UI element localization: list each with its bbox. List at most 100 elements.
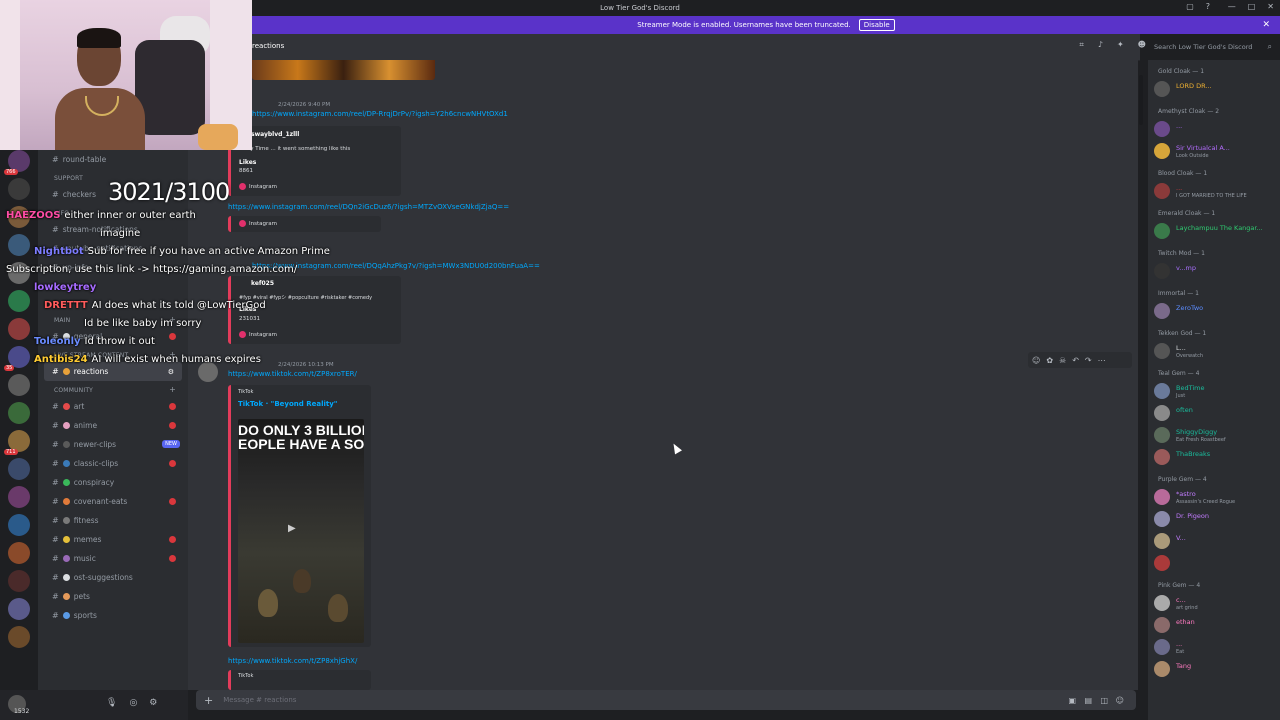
member-item[interactable]: L... Overwatch	[1148, 340, 1280, 362]
disable-streamer-button[interactable]: Disable	[858, 19, 895, 31]
embed-title[interactable]: TikTok · "Beyond Reality"	[238, 400, 337, 408]
server-icon[interactable]	[8, 234, 30, 256]
channel-covenant-eats[interactable]: # covenant-eats	[38, 492, 188, 511]
server-icon[interactable]	[8, 374, 30, 396]
server-icon[interactable]	[8, 486, 30, 508]
member-status: I GOT MARRIED TO THE LIFE	[1176, 193, 1247, 199]
channel-memes[interactable]: # memes	[38, 530, 188, 549]
add-attachment-icon[interactable]: +	[204, 694, 213, 707]
scrollbar[interactable]	[1139, 75, 1143, 125]
member-group-header: Teal Gem — 4	[1158, 369, 1200, 377]
member-item[interactable]: ShiggyDiggy Eat Fresh Roastbeef	[1148, 424, 1280, 446]
avatar	[1154, 143, 1170, 159]
sticker-icon[interactable]: ◫	[1100, 696, 1108, 705]
forward-icon[interactable]: ↷	[1085, 356, 1092, 365]
headphones-icon[interactable]: ◎	[129, 698, 137, 708]
member-list-icon[interactable]: ☻	[1138, 40, 1146, 50]
server-icon[interactable]	[8, 542, 30, 564]
skull-icon[interactable]: ☠	[1059, 356, 1066, 365]
video-thumbnail[interactable]: DO ONLY 3 BILLION EOPLE HAVE A SOUL ▶	[238, 419, 364, 643]
member-item[interactable]: c... art grind	[1148, 592, 1280, 614]
channel-conspiracy[interactable]: # conspiracy	[38, 473, 188, 492]
member-item[interactable]: Dr. Pigeon	[1148, 508, 1280, 530]
member-name: ethan	[1176, 618, 1195, 626]
reply-icon[interactable]: ↶	[1072, 356, 1079, 365]
settings-icon[interactable]: ⚙	[149, 698, 157, 708]
message-link[interactable]: https://www.tiktok.com/t/ZP8xroTER/	[228, 370, 357, 378]
emoji-icon[interactable]: ✿	[1046, 356, 1053, 365]
help-icon[interactable]: ?	[1206, 2, 1210, 11]
embed-author[interactable]: swayblvd_1zlll	[251, 131, 299, 138]
chat-text: AI will exist when humans expires	[91, 354, 261, 365]
member-item[interactable]: Tang	[1148, 658, 1280, 680]
member-item[interactable]: *astro Assassin's Creed Rogue	[1148, 486, 1280, 508]
pin-icon[interactable]: ✦	[1117, 40, 1124, 50]
settings-icon[interactable]: ⚙	[168, 368, 174, 376]
maximize-icon[interactable]: □	[1248, 2, 1256, 11]
channel-pets[interactable]: # pets	[38, 587, 188, 606]
minimize-icon[interactable]: —	[1228, 2, 1236, 11]
member-item[interactable]: ThaBreaks	[1148, 446, 1280, 468]
member-item[interactable]: LORD DR...	[1148, 78, 1280, 100]
member-item[interactable]: Sir Virtualcal A... Look Outside	[1148, 140, 1280, 162]
gift-icon[interactable]: ▣	[1068, 696, 1076, 705]
window-controls: — □ ✕	[1228, 2, 1274, 11]
server-icon[interactable]	[8, 458, 30, 480]
channel-classic-clips[interactable]: # classic-clips	[38, 454, 188, 473]
member-item[interactable]: often	[1148, 402, 1280, 424]
server-icon[interactable]	[8, 570, 30, 592]
notification-bell-icon[interactable]: ♪	[1098, 40, 1103, 50]
channel-newer-clips[interactable]: # newer-clips NEW	[38, 435, 188, 454]
member-status: Eat Fresh Roastbeef	[1176, 437, 1226, 443]
gif-icon[interactable]: ▤	[1084, 696, 1092, 705]
member-item[interactable]: Laychampuu The Kangar...	[1148, 220, 1280, 242]
channel-fitness[interactable]: # fitness	[38, 511, 188, 530]
member-item[interactable]: ... Eat	[1148, 636, 1280, 658]
close-icon[interactable]: ✕	[1267, 2, 1274, 11]
avatar[interactable]	[198, 362, 218, 382]
server-icon[interactable]	[8, 178, 30, 200]
avatar	[1154, 595, 1170, 611]
inbox-icon[interactable]: ▢	[1186, 2, 1194, 11]
member-name: L...	[1176, 344, 1186, 352]
more-icon[interactable]: ⋯	[1098, 356, 1106, 365]
server-icon[interactable]	[8, 598, 30, 620]
message-link[interactable]: https://www.instagram.com/reel/DQn2iGcDu…	[228, 203, 509, 211]
emoji-icon[interactable]: ☺	[1116, 696, 1124, 705]
play-icon[interactable]: ▶	[288, 523, 296, 534]
channel-ost-suggestions[interactable]: # ost-suggestions	[38, 568, 188, 587]
server-icon[interactable]	[8, 626, 30, 648]
channel-art[interactable]: # art	[38, 397, 188, 416]
member-item[interactable]: ... I GOT MARRIED TO THE LIFE	[1148, 180, 1280, 202]
member-item[interactable]: v...mp	[1148, 260, 1280, 282]
member-item[interactable]: BedTime Just	[1148, 380, 1280, 402]
embed-image[interactable]	[252, 60, 435, 80]
member-item[interactable]: V...	[1148, 530, 1280, 552]
server-icon[interactable]	[8, 514, 30, 536]
server-icon[interactable]	[8, 290, 30, 312]
channel-round-table[interactable]: # round-table	[38, 150, 188, 169]
embed-author[interactable]: kef025	[251, 280, 274, 287]
likes-label: Likes	[239, 159, 257, 166]
category-community[interactable]: COMMUNITY +	[38, 381, 188, 397]
member-item[interactable]: ZeroTwo	[1148, 300, 1280, 322]
member-item[interactable]: ethan	[1148, 614, 1280, 636]
server-icon[interactable]	[8, 402, 30, 424]
channel-music[interactable]: # music	[38, 549, 188, 568]
message-input[interactable]: + Message # reactions ▣ ▤ ◫ ☺	[196, 690, 1136, 710]
server-icon[interactable]: 35	[4, 346, 30, 371]
server-icon[interactable]	[8, 318, 30, 340]
channel-sports[interactable]: # sports	[38, 606, 188, 625]
close-banner-icon[interactable]: ✕	[1262, 20, 1270, 30]
microphone-icon[interactable]: 🎙︎	[106, 698, 117, 708]
threads-icon[interactable]: ⌗	[1079, 40, 1084, 50]
server-icon[interactable]: 766	[4, 150, 30, 175]
server-icon[interactable]: 711	[4, 430, 30, 455]
channel-anime[interactable]: # anime	[38, 416, 188, 435]
member-item[interactable]	[1148, 552, 1280, 574]
react-icon[interactable]: ☺	[1032, 356, 1040, 365]
search-input[interactable]: Search Low Tier God's Discord ⌕	[1150, 40, 1276, 54]
message-link[interactable]: https://www.instagram.com/reel/DP-RrqjDr…	[252, 110, 508, 118]
message-link[interactable]: https://www.tiktok.com/t/ZP8xhjGhX/	[228, 657, 357, 665]
member-item[interactable]: ...	[1148, 118, 1280, 140]
